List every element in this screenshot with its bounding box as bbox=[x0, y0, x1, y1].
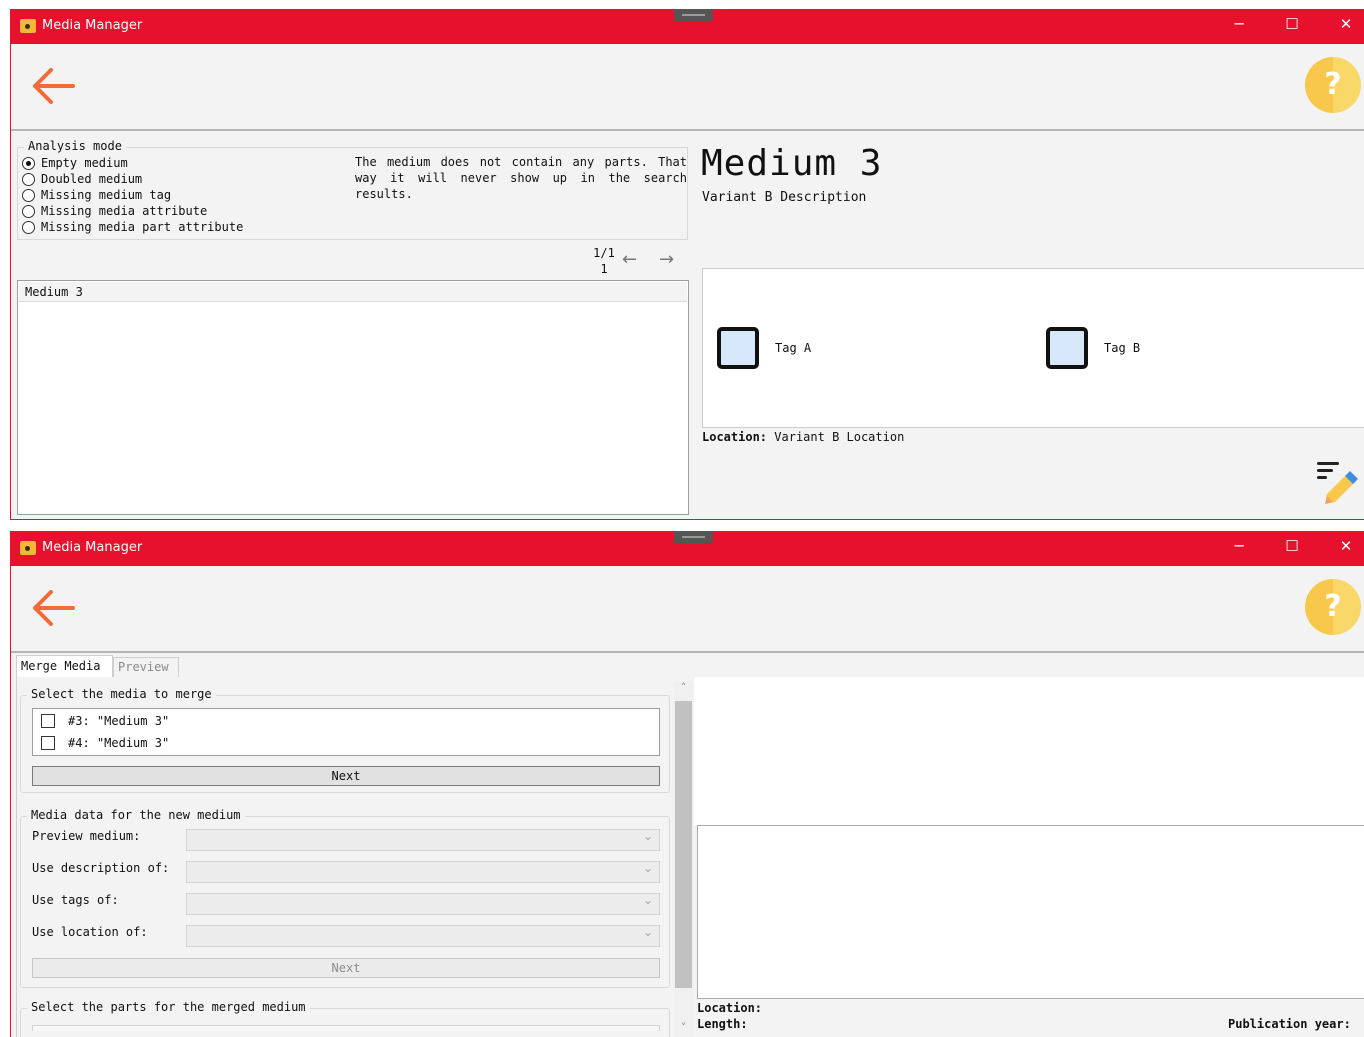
maximize-button[interactable]: ☐ bbox=[1277, 15, 1307, 33]
tag-a-color-icon bbox=[717, 327, 759, 369]
title-bar[interactable]: Media Manager ─ ☐ ✕ bbox=[11, 9, 1364, 44]
radio-label: Missing media part attribute bbox=[41, 220, 244, 234]
scrollbar-thumb[interactable] bbox=[675, 701, 692, 988]
media-manager-window-analysis: Media Manager ─ ☐ ✕ ? Analysis mode Empt… bbox=[10, 9, 1364, 520]
preview-area bbox=[694, 677, 1364, 825]
use-description-label: Use description of: bbox=[32, 861, 170, 875]
result-count: 1 bbox=[600, 262, 608, 276]
select-parts-group: Select the parts for the merged medium bbox=[20, 1000, 670, 1037]
edit-pencil-icon[interactable] bbox=[1315, 460, 1359, 504]
radio-missing-medium-tag[interactable]: Missing medium tag bbox=[22, 187, 171, 203]
radio-label: Missing media attribute bbox=[41, 204, 208, 218]
prev-page-arrow-icon[interactable]: ← bbox=[622, 249, 637, 270]
analysis-mode-description: The medium does not contain any parts. T… bbox=[355, 155, 687, 201]
close-button[interactable]: ✕ bbox=[1331, 15, 1361, 33]
radio-doubled-medium[interactable]: Doubled medium bbox=[22, 171, 142, 187]
radio-missing-media-part-attribute[interactable]: Missing media part attribute bbox=[22, 219, 243, 235]
media-check-item[interactable]: #4: "Medium 3" bbox=[41, 734, 169, 752]
location-value: Variant B Location bbox=[774, 430, 905, 444]
close-button[interactable]: ✕ bbox=[1331, 537, 1361, 555]
page-indicator: 1/1 bbox=[593, 246, 615, 260]
media-id: #4: bbox=[68, 736, 90, 750]
checkbox-icon[interactable] bbox=[41, 736, 55, 750]
tab-merge-media[interactable]: Merge Media bbox=[16, 655, 113, 678]
preview-length-label: Length: bbox=[697, 1017, 748, 1031]
results-list[interactable]: Medium 3 bbox=[17, 280, 689, 515]
location-line: Location: Variant B Location bbox=[702, 430, 904, 444]
merge-media-tab-page: Select the media to merge #3: "Medium 3"… bbox=[16, 677, 674, 1037]
next-button[interactable]: Next bbox=[32, 766, 660, 786]
use-location-select[interactable] bbox=[186, 925, 660, 947]
vertical-scrollbar[interactable]: ˄ ˅ bbox=[674, 681, 693, 1037]
tag-label: Tag A bbox=[775, 341, 812, 355]
scroll-up-icon[interactable]: ˄ bbox=[674, 681, 693, 694]
use-tags-label: Use tags of: bbox=[32, 893, 119, 907]
radio-selected-icon[interactable] bbox=[22, 156, 35, 170]
media-name: "Medium 3" bbox=[96, 714, 170, 728]
title-bar[interactable]: Media Manager ─ ☐ ✕ bbox=[11, 531, 1364, 566]
analysis-mode-label: Analysis mode bbox=[24, 139, 126, 153]
pager-readout: 1/1 1 bbox=[591, 245, 617, 277]
location-label: Location: bbox=[702, 430, 768, 444]
analysis-mode-group: Analysis mode Empty medium Doubled mediu… bbox=[17, 139, 688, 240]
select-media-group: Select the media to merge #3: "Medium 3"… bbox=[20, 687, 670, 793]
window-title: Media Manager bbox=[42, 18, 143, 33]
select-media-label: Select the media to merge bbox=[27, 687, 216, 701]
media-id: #3: bbox=[68, 714, 90, 728]
app-folder-icon bbox=[20, 19, 36, 33]
radio-icon[interactable] bbox=[22, 204, 35, 218]
radio-empty-medium[interactable]: Empty medium bbox=[22, 155, 128, 171]
radio-icon[interactable] bbox=[22, 172, 35, 186]
next-button-disabled[interactable]: Next bbox=[32, 958, 660, 978]
preview-medium-select[interactable] bbox=[186, 829, 660, 851]
media-checklist: #3: "Medium 3" #4: "Medium 3" bbox=[32, 708, 660, 756]
tag-label: Tag B bbox=[1104, 341, 1141, 355]
next-page-arrow-icon[interactable]: → bbox=[659, 249, 674, 270]
use-location-label: Use location of: bbox=[32, 925, 148, 939]
radio-missing-media-attribute[interactable]: Missing media attribute bbox=[22, 203, 207, 219]
help-icon[interactable]: ? bbox=[1305, 57, 1361, 113]
maximize-button[interactable]: ☐ bbox=[1277, 537, 1307, 555]
preview-publication-year-label: Publication year: bbox=[1228, 1017, 1351, 1031]
back-arrow-icon[interactable] bbox=[31, 66, 75, 106]
use-description-select[interactable] bbox=[186, 861, 660, 883]
checkbox-icon[interactable] bbox=[41, 714, 55, 728]
radio-label: Empty medium bbox=[41, 156, 128, 170]
media-name: "Medium 3" bbox=[96, 736, 170, 750]
select-parts-label: Select the parts for the merged medium bbox=[27, 1000, 310, 1014]
minimize-button[interactable]: ─ bbox=[1224, 537, 1254, 555]
toolbar: ? bbox=[11, 44, 1364, 131]
drag-grip-handle[interactable] bbox=[674, 531, 713, 543]
preview-medium-label: Preview medium: bbox=[32, 829, 141, 843]
app-folder-icon bbox=[20, 541, 36, 555]
media-data-label: Media data for the new medium bbox=[27, 808, 245, 822]
window-title: Media Manager bbox=[42, 540, 143, 555]
radio-label: Missing medium tag bbox=[41, 188, 172, 202]
minimize-button[interactable]: ─ bbox=[1224, 15, 1254, 33]
list-item[interactable]: Medium 3 bbox=[19, 282, 687, 302]
drag-grip-handle[interactable] bbox=[674, 9, 713, 21]
radio-icon[interactable] bbox=[22, 220, 35, 234]
toolbar: ? bbox=[11, 566, 1364, 653]
radio-icon[interactable] bbox=[22, 188, 35, 202]
media-data-group: Media data for the new medium Preview me… bbox=[20, 808, 670, 988]
preview-location-label: Location: bbox=[697, 1001, 763, 1015]
scroll-down-icon[interactable]: ˅ bbox=[674, 1021, 693, 1034]
help-icon[interactable]: ? bbox=[1305, 579, 1361, 635]
medium-title: Medium 3 bbox=[701, 143, 883, 184]
back-arrow-icon[interactable] bbox=[31, 588, 75, 628]
tag-b-color-icon bbox=[1046, 327, 1088, 369]
media-manager-window-merge: Media Manager ─ ☐ ✕ ? Merge Media Previe… bbox=[10, 531, 1364, 1037]
tab-preview[interactable]: Preview bbox=[113, 657, 179, 677]
media-check-item[interactable]: #3: "Medium 3" bbox=[41, 712, 169, 730]
use-tags-select[interactable] bbox=[186, 893, 660, 915]
preview-details-box bbox=[697, 825, 1364, 999]
radio-label: Doubled medium bbox=[41, 172, 143, 186]
parts-list[interactable] bbox=[32, 1025, 660, 1031]
tags-panel: Tag A Tag B bbox=[702, 268, 1364, 428]
medium-description: Variant B Description bbox=[702, 190, 867, 205]
